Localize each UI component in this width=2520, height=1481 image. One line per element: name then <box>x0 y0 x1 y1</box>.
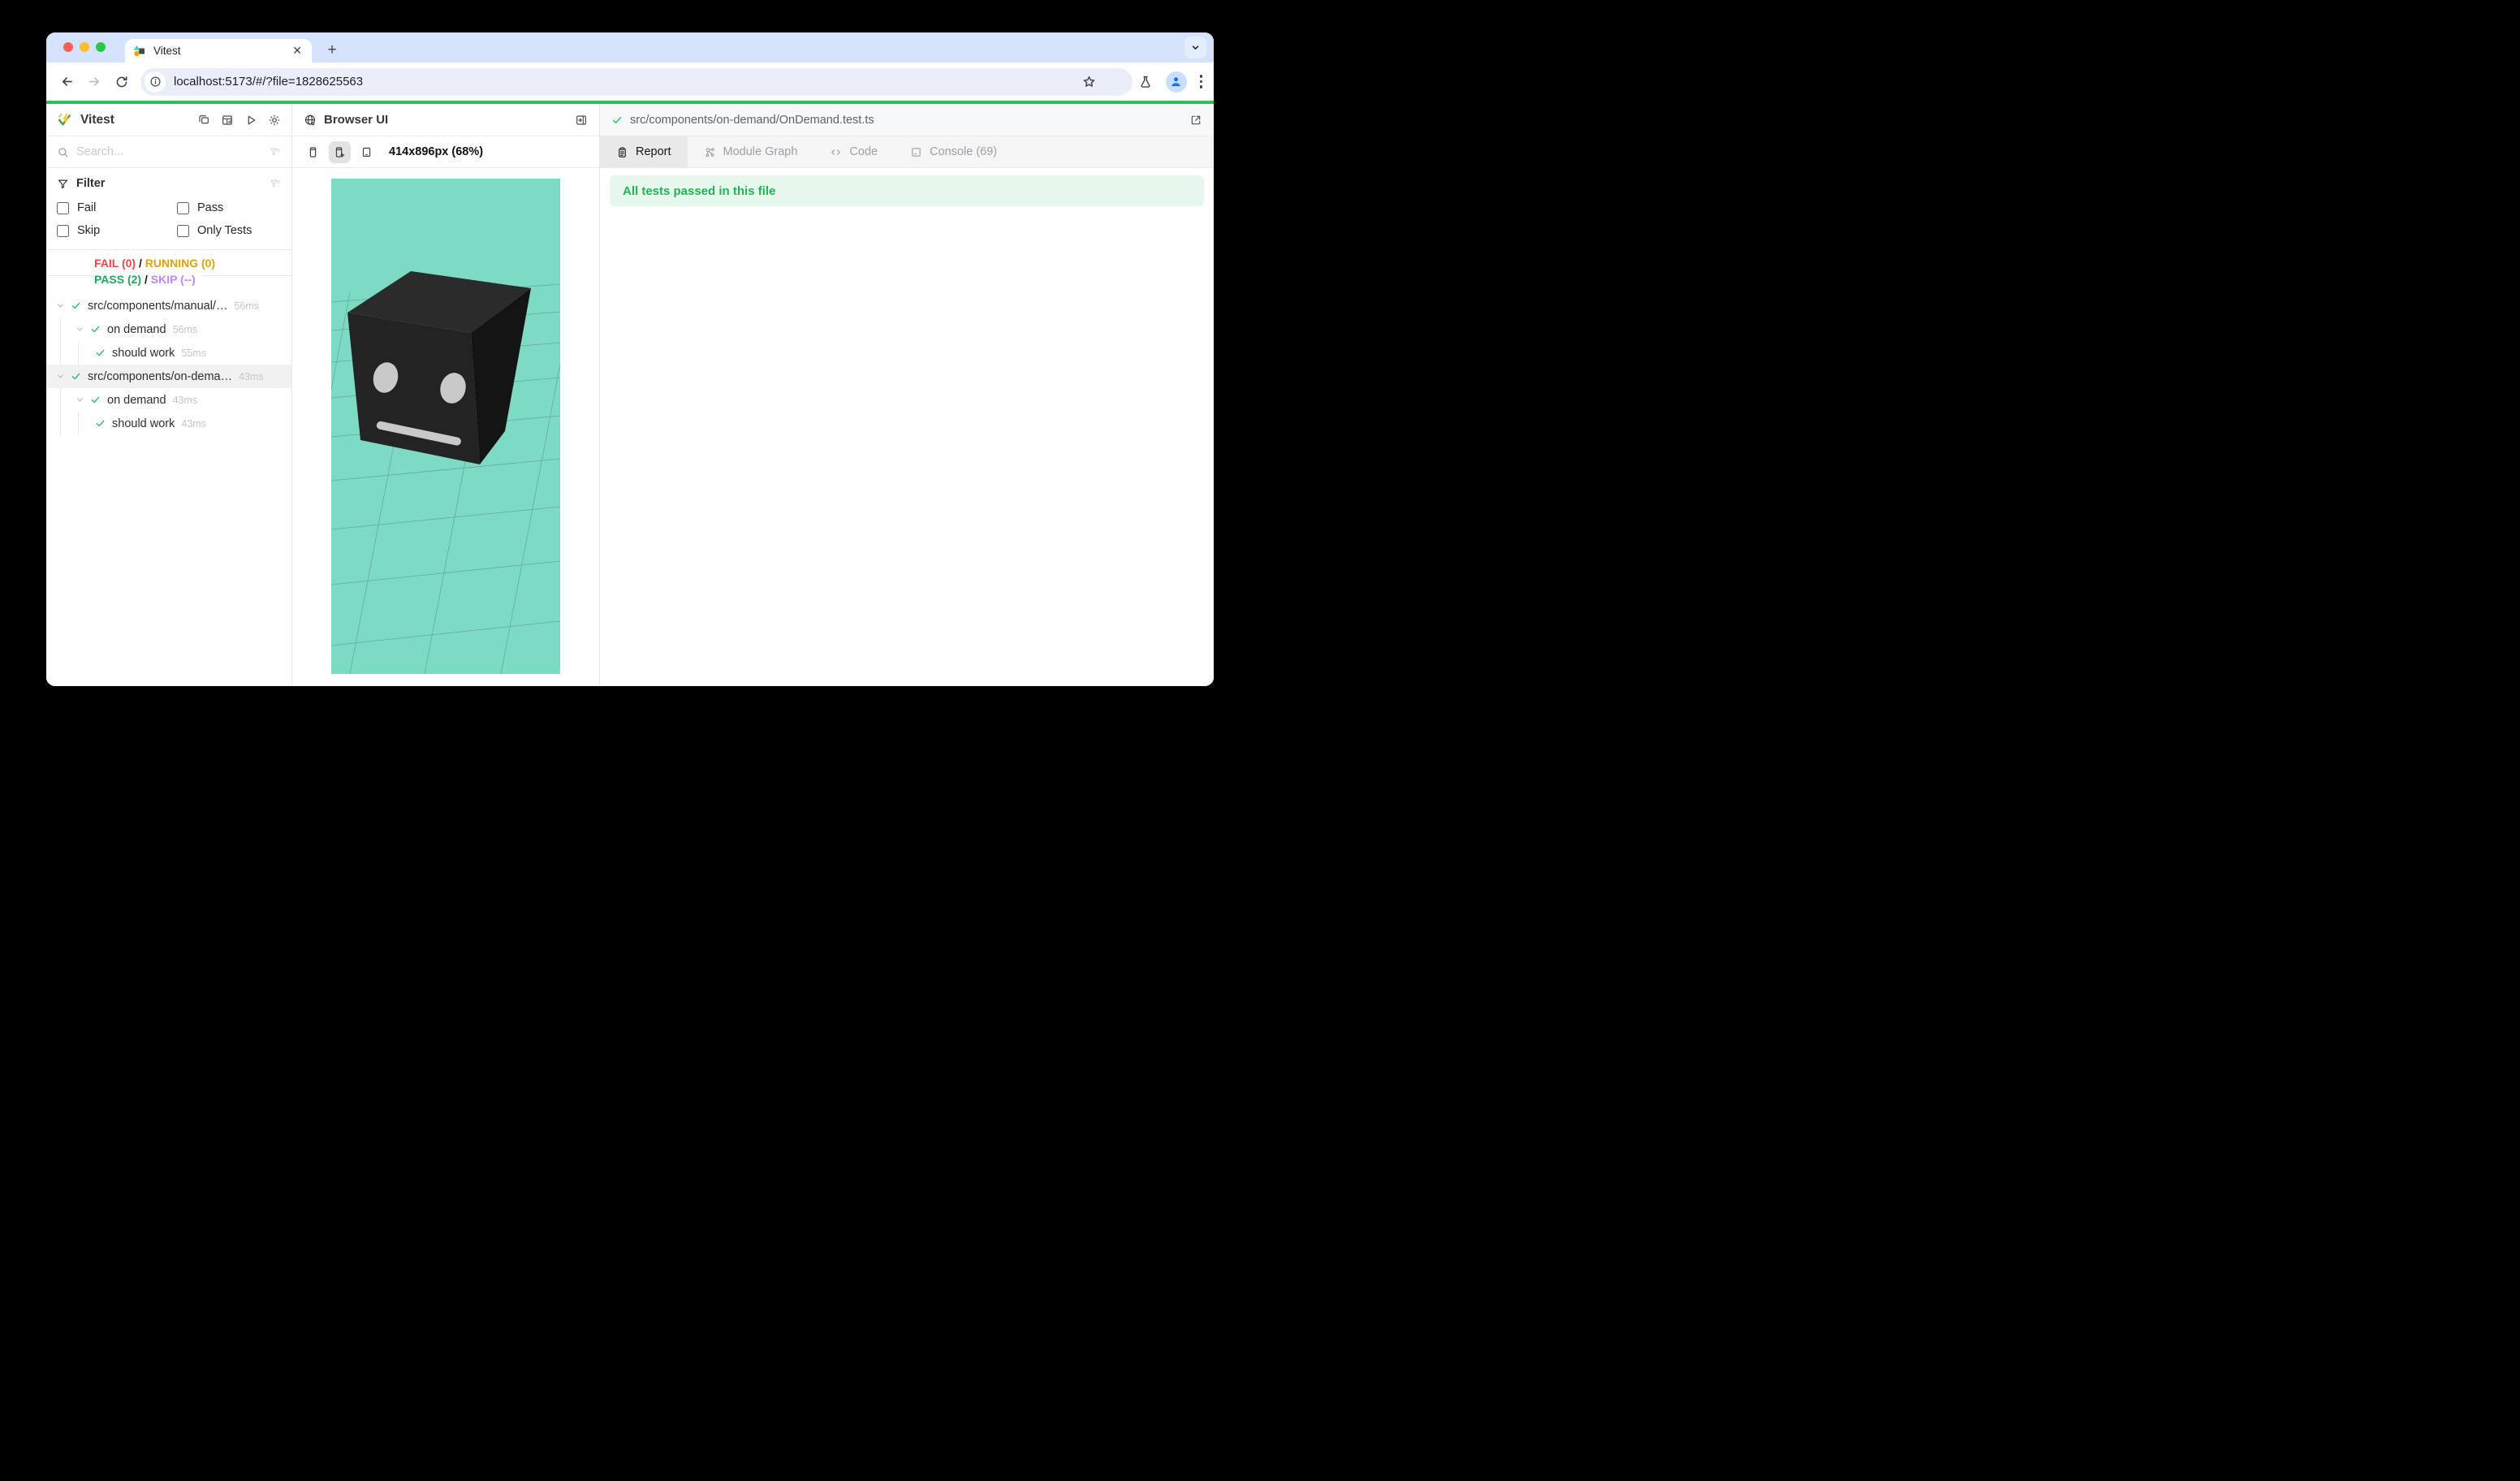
close-window-button[interactable] <box>63 42 73 52</box>
dashboard-windows-icon[interactable] <box>197 114 210 127</box>
filter-title: Filter <box>76 177 269 190</box>
console-icon <box>910 146 922 158</box>
viewport-size-label: 414x896px (68%) <box>389 145 483 158</box>
pass-check-icon <box>95 418 106 429</box>
tab-code[interactable]: Code <box>813 136 894 167</box>
tree-test-row[interactable]: should work 55ms <box>46 341 291 365</box>
clear-filter-icon[interactable] <box>269 146 281 158</box>
filter-checkbox-only-tests[interactable]: Only Tests <box>177 222 281 240</box>
pass-check-icon <box>95 348 106 358</box>
browser-window: Vitest ✕ + localhost:5173/#/?file=182862… <box>46 32 1214 686</box>
pass-check-icon <box>71 371 81 382</box>
vitest-logo <box>57 112 72 127</box>
globe-icon <box>304 114 317 127</box>
summary-pass-skip: PASS (2) / SKIP (--) <box>94 271 202 287</box>
chevron-down-icon[interactable] <box>56 301 65 310</box>
tab-console[interactable]: Console (69) <box>894 136 1013 167</box>
filter-checkbox-fail[interactable]: Fail <box>57 199 177 217</box>
chevron-down-icon[interactable] <box>76 325 84 334</box>
back-icon[interactable] <box>53 68 80 96</box>
url-text[interactable]: localhost:5173/#/?file=1828625563 <box>174 75 363 89</box>
filter-clear-icon[interactable] <box>269 178 281 190</box>
file-pass-check-icon <box>611 114 623 126</box>
filter-panel: Filter Fail Pass <box>46 168 291 250</box>
tree-suite-row[interactable]: on demand 56ms <box>46 317 291 341</box>
code-icon <box>830 146 842 158</box>
run-all-play-icon[interactable] <box>244 114 257 127</box>
search-icon <box>57 146 69 158</box>
test-sidebar: Vitest <box>46 104 292 686</box>
forward-icon[interactable] <box>80 68 108 96</box>
pass-check-icon <box>90 324 101 335</box>
profile-avatar[interactable] <box>1166 71 1187 93</box>
new-tab-button[interactable]: + <box>321 39 343 62</box>
module-graph-icon <box>704 146 716 158</box>
tab-report[interactable]: Report <box>600 136 688 167</box>
test-tree: src/components/manual/… 56ms on demand 5… <box>46 294 291 686</box>
clipboard-icon <box>616 146 628 158</box>
filter-funnel-icon <box>57 178 69 190</box>
test-viewport-scene[interactable] <box>331 179 560 674</box>
tab-search-chevron-icon[interactable] <box>1184 37 1206 58</box>
vitest-ui: Vitest <box>46 104 1214 686</box>
window-controls <box>63 42 106 52</box>
report-layout-icon[interactable] <box>221 114 234 127</box>
browser-tab[interactable]: Vitest ✕ <box>125 39 312 63</box>
checkbox[interactable] <box>57 225 69 237</box>
checkbox[interactable] <box>177 225 189 237</box>
site-info-icon[interactable] <box>145 71 166 93</box>
minimize-window-button[interactable] <box>80 42 89 52</box>
experiments-flask-icon[interactable] <box>1138 75 1153 89</box>
filter-checkbox-skip[interactable]: Skip <box>57 222 177 240</box>
chevron-down-icon[interactable] <box>56 372 65 381</box>
tab-strip: Vitest ✕ + <box>46 32 1214 63</box>
tree-file-row-selected[interactable]: src/components/on-dema… 43ms <box>46 365 291 388</box>
reload-icon[interactable] <box>108 68 136 96</box>
report-content: All tests passed in this file <box>600 168 1214 686</box>
checkbox[interactable] <box>177 202 189 214</box>
tab-title: Vitest <box>153 45 291 57</box>
tree-file-row[interactable]: src/components/manual/… 56ms <box>46 294 291 317</box>
browser-menu-icon[interactable] <box>1200 75 1203 89</box>
tab-module-graph[interactable]: Module Graph <box>688 136 814 167</box>
sidebar-brand: Vitest <box>80 113 197 127</box>
search-input[interactable] <box>76 145 269 158</box>
test-summary: FAIL (0) / RUNNING (0) PASS (2) / SKIP (… <box>46 250 291 294</box>
tab-close-icon[interactable]: ✕ <box>291 44 304 58</box>
device-phone-plus-icon[interactable] <box>329 141 351 163</box>
report-tabbar: Report Module Graph Code <box>600 136 1214 168</box>
filter-checkbox-pass[interactable]: Pass <box>177 199 281 217</box>
tree-suite-row[interactable]: on demand 43ms <box>46 388 291 412</box>
pass-check-icon <box>71 300 81 311</box>
tree-test-row[interactable]: should work 43ms <box>46 412 291 435</box>
theme-toggle-sun-icon[interactable] <box>268 114 281 127</box>
summary-fail-running: FAIL (0) / RUNNING (0) <box>94 255 222 271</box>
report-panel: src/components/on-demand/OnDemand.test.t… <box>600 104 1214 686</box>
open-panel-right-icon[interactable] <box>575 114 588 127</box>
browser-toolbar: localhost:5173/#/?file=1828625563 <box>46 63 1214 101</box>
all-passed-banner: All tests passed in this file <box>610 175 1204 206</box>
maximize-window-button[interactable] <box>96 42 106 52</box>
bookmark-star-icon[interactable] <box>1081 74 1097 89</box>
open-in-editor-icon[interactable] <box>1189 114 1202 127</box>
pass-check-icon <box>90 395 101 405</box>
checkbox[interactable] <box>57 202 69 214</box>
vitest-favicon <box>133 45 146 58</box>
omnibox[interactable]: localhost:5173/#/?file=1828625563 <box>140 68 1133 96</box>
browser-ui-title: Browser UI <box>324 113 575 127</box>
device-phone-icon[interactable] <box>302 141 324 163</box>
open-file-path[interactable]: src/components/on-demand/OnDemand.test.t… <box>630 114 1189 127</box>
browser-ui-panel: Browser UI 414x896px (68%) <box>292 104 600 686</box>
chevron-down-icon[interactable] <box>76 395 84 404</box>
device-tablet-icon[interactable] <box>356 141 378 163</box>
